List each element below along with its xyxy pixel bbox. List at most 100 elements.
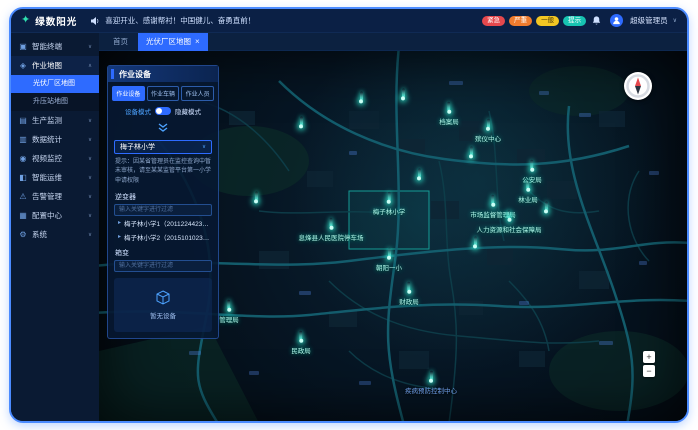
- hide-mode-label: 隐藏模式: [175, 106, 201, 116]
- marker-dot-icon: [417, 176, 421, 180]
- avatar[interactable]: [610, 14, 623, 27]
- map-marker-梅子林小学[interactable]: 梅子林小学: [373, 192, 406, 216]
- marker-dot-icon: [401, 96, 405, 100]
- sidebar-item-配置中心[interactable]: ▦配置中心∨: [11, 206, 99, 225]
- sidebar-item-label: 智能运维: [32, 172, 84, 183]
- chevron-down-icon: ∨: [88, 137, 92, 143]
- close-icon[interactable]: ×: [195, 38, 200, 46]
- section-label-箱变: 箱变: [115, 248, 211, 258]
- marker-label: 殡仪中心: [475, 133, 501, 143]
- panel-tab-作业车辆[interactable]: 作业车辆: [147, 86, 180, 101]
- zoom-out-button[interactable]: −: [643, 365, 655, 377]
- marker-dot-icon: [447, 110, 451, 114]
- speaker-icon: [90, 16, 100, 26]
- marker-dot-icon: [469, 154, 473, 158]
- map-marker-档案局[interactable]: 档案局: [439, 102, 459, 126]
- monitor-icon: ▤: [18, 116, 28, 125]
- chevron-up-icon: ∧: [88, 63, 92, 69]
- map-marker-殡仪中心[interactable]: 殡仪中心: [475, 119, 501, 143]
- map-marker-息烽县人民医院停车场[interactable]: 息烽县人民医院停车场: [299, 218, 364, 242]
- chevron-down-icon: ∨: [88, 213, 92, 219]
- marker-dot-icon: [526, 188, 530, 192]
- mode-toggle[interactable]: [155, 107, 171, 115]
- sidebar-item-系统[interactable]: ⚙系统∨: [11, 225, 99, 244]
- app-body: ▣智能终端∨◈作业地图∧光伏厂区地图升压站地图▤生产监测∨▥数据统计∨◉视频监控…: [11, 33, 687, 421]
- map-marker[interactable]: [359, 91, 363, 103]
- user-icon: [612, 16, 621, 25]
- tab-home[interactable]: 首页: [105, 33, 136, 51]
- map-marker[interactable]: [469, 146, 473, 158]
- filter-input-逆变器[interactable]: [114, 204, 212, 216]
- marker-label: 朝阳一小: [376, 262, 402, 272]
- tab-pv-map[interactable]: 光伏厂区地图 ×: [138, 33, 208, 51]
- tree-item[interactable]: ▸梅子林小学2（20151010231729050）: [108, 230, 218, 244]
- map-canvas[interactable]: 档案局殡仪中心公安局林业局市场监督管理局人力资源和社会保障局梅子林小学息烽县人民…: [99, 51, 687, 421]
- chevron-down-icon: ∨: [88, 118, 92, 124]
- alarm-badge-紧急[interactable]: 紧急: [482, 16, 505, 26]
- station-select[interactable]: 梅子林小学 ∨: [114, 140, 212, 154]
- sidebar-item-智能运维[interactable]: ◧智能运维∨: [11, 168, 99, 187]
- marker-dot-icon: [359, 99, 363, 103]
- panel-tab-作业人员[interactable]: 作业人员: [181, 86, 214, 101]
- marker-label: 档案局: [439, 116, 459, 126]
- sidebar-subitem-光伏厂区地图[interactable]: 光伏厂区地图: [11, 75, 99, 93]
- marker-dot-icon: [530, 168, 534, 172]
- marker-dot-icon: [473, 244, 477, 248]
- map-marker[interactable]: [299, 116, 303, 128]
- filter-input-箱变[interactable]: [114, 260, 212, 272]
- chevron-double-down-icon[interactable]: [108, 119, 218, 140]
- poi-label-stub: [349, 151, 357, 155]
- sidebar-item-数据统计[interactable]: ▥数据统计∨: [11, 130, 99, 149]
- alarm-badge-严重[interactable]: 严重: [509, 16, 532, 26]
- sidebar-item-label: 生产监测: [32, 115, 84, 126]
- marker-dot-icon: [429, 379, 433, 383]
- alarm-badge-一般[interactable]: 一般: [536, 16, 559, 26]
- poi-label-stub: [189, 351, 201, 355]
- bell-icon[interactable]: [591, 15, 602, 26]
- logo-icon: ✦: [21, 15, 30, 26]
- zoom-in-button[interactable]: +: [643, 351, 655, 363]
- panel-title: 作业设备: [119, 69, 151, 80]
- map-marker-林业局[interactable]: 林业局: [518, 180, 538, 204]
- marker-dot-icon: [387, 200, 391, 204]
- panel-title-bar: 作业设备: [108, 66, 218, 82]
- user-name[interactable]: 超级管理员: [630, 15, 668, 26]
- map-marker[interactable]: [417, 168, 421, 180]
- chevron-down-icon[interactable]: ∨: [673, 17, 677, 24]
- box-icon: [155, 290, 171, 306]
- sidebar-item-label: 配置中心: [32, 210, 84, 221]
- map-marker[interactable]: [401, 88, 405, 100]
- chevron-down-icon: ∨: [88, 194, 92, 200]
- map-marker-管理局[interactable]: 管理局: [219, 300, 239, 324]
- map-marker[interactable]: [544, 201, 548, 213]
- map-marker-朝阳一小[interactable]: 朝阳一小: [376, 248, 402, 272]
- poi-label-stub: [249, 371, 259, 375]
- marker-dot-icon: [329, 226, 333, 230]
- chevron-right-icon: ▸: [118, 233, 121, 240]
- compass-icon: [623, 71, 653, 101]
- alert-icon: ⚠: [18, 192, 28, 201]
- map-marker-疾病预防控制中心[interactable]: 疾病预防控制中心: [405, 371, 457, 395]
- panel-tab-作业设备[interactable]: 作业设备: [112, 86, 145, 101]
- sidebar-subitem-升压站地图[interactable]: 升压站地图: [11, 93, 99, 111]
- sidebar-item-生产监测[interactable]: ▤ 生产监测 ∨: [11, 111, 99, 130]
- map-marker-民政局[interactable]: 民政局: [291, 331, 311, 355]
- alarm-badge-提示[interactable]: 提示: [563, 16, 586, 26]
- panel-sections: 逆变器▸梅子林小学1（20112244230130114）▸梅子林小学2（201…: [108, 192, 218, 272]
- map-marker-人力资源和社会保障局[interactable]: 人力资源和社会保障局: [477, 210, 542, 234]
- sidebar-item-作业地图[interactable]: ◈作业地图∧: [11, 56, 99, 75]
- sidebar-item-视频监控[interactable]: ◉视频监控∨: [11, 149, 99, 168]
- marker-dot-icon: [387, 256, 391, 260]
- tree-item[interactable]: ▸梅子林小学1（20112244230130114）: [108, 216, 218, 230]
- sidebar-item-智能终端[interactable]: ▣智能终端∨: [11, 37, 99, 56]
- map-marker-财政局[interactable]: 财政局: [399, 282, 419, 306]
- compass-control[interactable]: [623, 71, 653, 106]
- marker-label: 梅子林小学: [373, 206, 406, 216]
- map-marker[interactable]: [254, 191, 258, 203]
- map-marker[interactable]: [473, 236, 477, 248]
- poi-label-stub: [579, 113, 591, 117]
- marker-dot-icon: [544, 209, 548, 213]
- poi-label-stub: [299, 291, 311, 295]
- sidebar-item-告警管理[interactable]: ⚠告警管理∨: [11, 187, 99, 206]
- marker-dot-icon: [299, 124, 303, 128]
